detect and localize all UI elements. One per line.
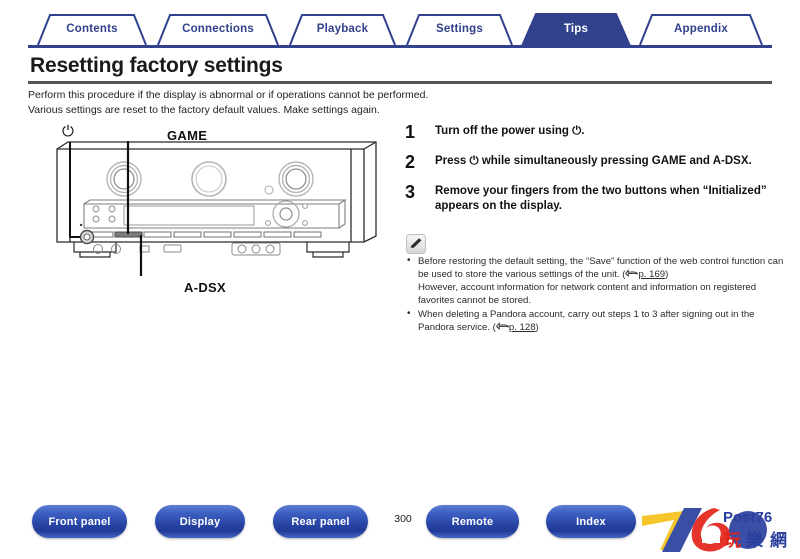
nav-button-rear-panel[interactable]: Rear panel xyxy=(273,505,368,538)
intro-line-1: Perform this procedure if the display is… xyxy=(28,89,429,101)
step-item: 1 Turn off the power using ⏻. xyxy=(405,122,780,142)
power-symbol-icon: ⏻ xyxy=(62,123,74,140)
tab-label: Tips xyxy=(563,23,589,35)
intro-text: Perform this procedure if the display is… xyxy=(28,88,548,117)
nav-button-remote[interactable]: Remote xyxy=(426,505,519,538)
step-number: 3 xyxy=(405,182,416,202)
nav-button-label: Display xyxy=(179,515,221,528)
manual-page: Contents Connections Playback Settings T xyxy=(0,0,800,559)
tab-connections[interactable]: Connections xyxy=(148,12,288,46)
page-number: 300 xyxy=(394,513,412,525)
step-number: 1 xyxy=(405,122,416,142)
tab-label: Appendix xyxy=(674,23,728,35)
note-text-before: When deleting a Pandora account, carry o… xyxy=(418,309,755,333)
tab-label: Playback xyxy=(316,23,369,35)
tab-tips[interactable]: Tips xyxy=(514,12,638,46)
nav-button-index[interactable]: Index xyxy=(546,505,636,538)
procedure-steps: 1 Turn off the power using ⏻. 2 Press ⏻ … xyxy=(405,122,780,227)
page-ref-icon xyxy=(625,268,639,283)
tab-appendix[interactable]: Appendix xyxy=(630,12,772,46)
tab-label: Contents xyxy=(66,23,118,35)
page-reference-link[interactable]: p. 169 xyxy=(638,269,665,280)
page-ref-icon xyxy=(495,322,510,336)
nav-button-label: Remote xyxy=(451,515,494,528)
diagram-label-adsx: A-DSX xyxy=(184,280,226,295)
bottom-navigation-bar: Front panel Display Rear panel 300 Remot… xyxy=(0,505,800,547)
pointing-hand-icon xyxy=(495,322,510,331)
title-divider xyxy=(28,81,772,84)
step-text: Remove your fingers from the two buttons… xyxy=(435,185,767,212)
note-text-after: ) xyxy=(535,321,539,333)
tab-playback[interactable]: Playback xyxy=(280,12,405,46)
tab-contents[interactable]: Contents xyxy=(28,12,156,46)
intro-line-2: Various settings are reset to the factor… xyxy=(28,103,380,116)
diagram-label-game: GAME xyxy=(167,128,208,143)
step-text: Press ⏻ while simultaneously pressing GA… xyxy=(435,155,752,167)
note-item: Before restoring the default setting, th… xyxy=(406,255,784,307)
page-reference-link[interactable]: p. 128 xyxy=(509,322,536,333)
pencil-glyph xyxy=(410,238,422,249)
step-item: 2 Press ⏻ while simultaneously pressing … xyxy=(405,152,780,172)
note-item: When deleting a Pandora account, carry o… xyxy=(406,308,784,336)
tab-label: Settings xyxy=(436,23,483,35)
tab-label: Connections xyxy=(182,23,254,35)
nav-button-front-panel[interactable]: Front panel xyxy=(32,505,127,538)
step-text: Turn off the power using ⏻. xyxy=(435,125,585,137)
tab-settings[interactable]: Settings xyxy=(397,12,522,46)
pencil-icon xyxy=(406,234,426,254)
nav-button-label: Rear panel xyxy=(291,515,350,528)
nav-button-label: Index xyxy=(576,515,606,528)
page-title: Resetting factory settings xyxy=(30,54,283,77)
step-item: 3 Remove your fingers from the two butto… xyxy=(405,182,780,214)
note-list: Before restoring the default setting, th… xyxy=(406,255,784,338)
step-number: 2 xyxy=(405,152,416,172)
note-text-before: Before restoring the default setting, th… xyxy=(418,256,784,280)
pointing-hand-icon xyxy=(625,268,639,277)
nav-button-label: Front panel xyxy=(48,515,111,528)
section-tab-bar: Contents Connections Playback Settings T xyxy=(28,12,772,46)
av-receiver-diagram: ⏻ GAME A-DSX xyxy=(24,124,394,309)
nav-button-display[interactable]: Display xyxy=(155,505,245,538)
tab-bar-underline xyxy=(28,45,772,48)
